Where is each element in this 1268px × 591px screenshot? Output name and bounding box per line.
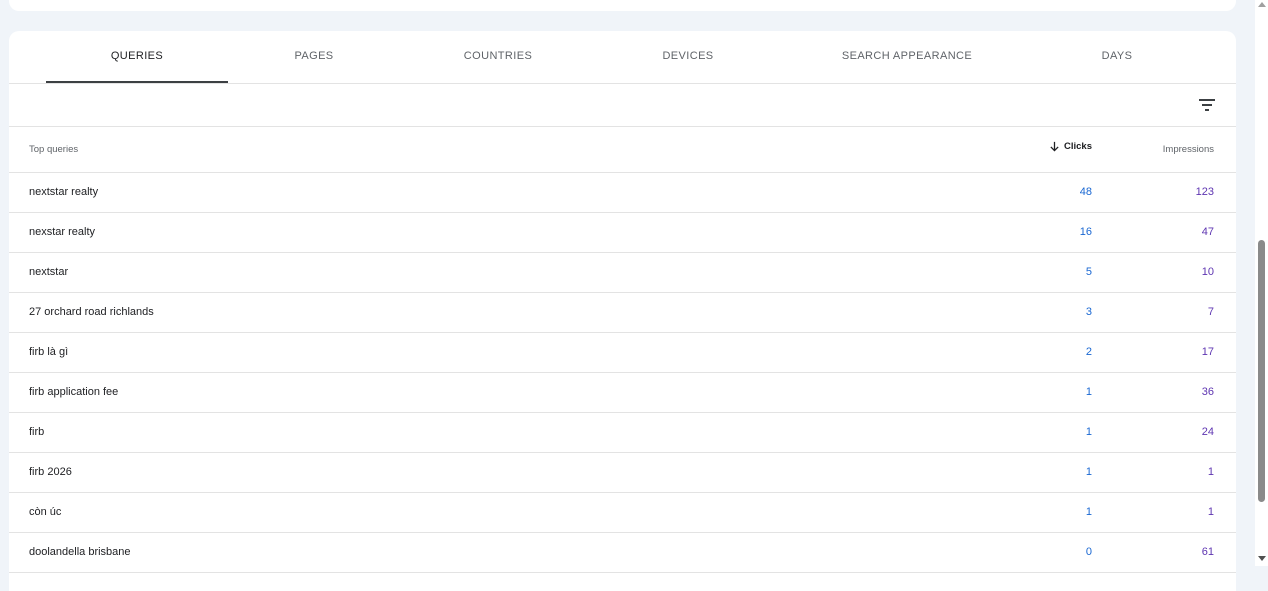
query-cell: nexstar realty (29, 226, 96, 238)
scroll-up-arrow-icon[interactable] (1258, 2, 1266, 7)
table-row[interactable]: firb application fee 1 36 (9, 373, 1236, 413)
clicks-cell: 5 (1085, 266, 1092, 278)
clicks-cell: 16 (1079, 226, 1092, 238)
impressions-cell: 123 (1195, 186, 1214, 198)
query-cell: 27 orchard road richlands (29, 306, 154, 318)
impressions-cell: 10 (1201, 266, 1214, 278)
table-row[interactable]: firb 2026 1 1 (9, 453, 1236, 493)
table-row[interactable]: nextstar realty 48 123 (9, 173, 1236, 213)
summary-card-bottom (9, 0, 1236, 11)
impressions-cell: 47 (1201, 226, 1214, 238)
clicks-cell: 1 (1085, 426, 1092, 438)
query-cell: firb (29, 426, 45, 438)
tab-search-appearance[interactable]: SEARCH APPEARANCE (807, 31, 1007, 83)
table-row[interactable]: firb 1 24 (9, 413, 1236, 453)
queries-table: Top queries Clicks Impressions nextstar … (9, 127, 1236, 573)
tab-queries[interactable]: QUERIES (46, 31, 228, 83)
filter-button[interactable] (1193, 93, 1221, 117)
dimension-tabs: QUERIES PAGES COUNTRIES DEVICES SEARCH A… (9, 31, 1236, 84)
impressions-cell: 36 (1201, 386, 1214, 398)
impressions-cell: 61 (1201, 546, 1214, 558)
impressions-cell: 7 (1207, 306, 1214, 318)
query-cell: còn úc (29, 506, 62, 518)
table-header: Top queries Clicks Impressions (9, 127, 1236, 173)
clicks-cell: 48 (1079, 186, 1092, 198)
column-header-impressions[interactable]: Impressions (1163, 144, 1214, 155)
tab-countries[interactable]: COUNTRIES (415, 31, 581, 83)
clicks-header-label: Clicks (1064, 141, 1092, 152)
table-row[interactable]: còn úc 1 1 (9, 493, 1236, 533)
clicks-cell: 2 (1085, 346, 1092, 358)
impressions-cell: 24 (1201, 426, 1214, 438)
table-row[interactable]: 27 orchard road richlands 3 7 (9, 293, 1236, 333)
table-row[interactable]: doolandella brisbane 0 61 (9, 533, 1236, 573)
arrow-down-icon (1050, 141, 1059, 152)
table-row[interactable]: nexstar realty 16 47 (9, 213, 1236, 253)
tab-devices[interactable]: DEVICES (605, 31, 771, 83)
impressions-cell: 1 (1207, 506, 1214, 518)
page-scrollbar[interactable] (1255, 0, 1268, 566)
performance-table-card: QUERIES PAGES COUNTRIES DEVICES SEARCH A… (9, 31, 1236, 591)
query-cell: nextstar (29, 266, 69, 278)
clicks-cell: 1 (1085, 466, 1092, 478)
clicks-cell: 1 (1085, 386, 1092, 398)
impressions-cell: 17 (1201, 346, 1214, 358)
clicks-cell: 3 (1085, 306, 1092, 318)
clicks-cell: 1 (1085, 506, 1092, 518)
table-row[interactable]: firb là gì 2 17 (9, 333, 1236, 373)
filter-list-icon (1199, 99, 1215, 111)
column-header-clicks[interactable]: Clicks (1049, 141, 1092, 152)
query-cell: firb là gì (29, 346, 69, 358)
query-cell: doolandella brisbane (29, 546, 131, 558)
query-cell: nextstar realty (29, 186, 99, 198)
tab-pages[interactable]: PAGES (232, 31, 396, 83)
query-cell: firb application fee (29, 386, 119, 398)
scroll-down-arrow-icon[interactable] (1258, 556, 1266, 561)
filter-toolbar (9, 84, 1236, 127)
column-header-top-queries: Top queries (29, 144, 79, 155)
scroll-thumb[interactable] (1258, 240, 1265, 502)
clicks-cell: 0 (1085, 546, 1092, 558)
impressions-cell: 1 (1207, 466, 1214, 478)
table-row[interactable]: nextstar 5 10 (9, 253, 1236, 293)
tab-days[interactable]: DAYS (1034, 31, 1200, 83)
query-cell: firb 2026 (29, 466, 72, 478)
